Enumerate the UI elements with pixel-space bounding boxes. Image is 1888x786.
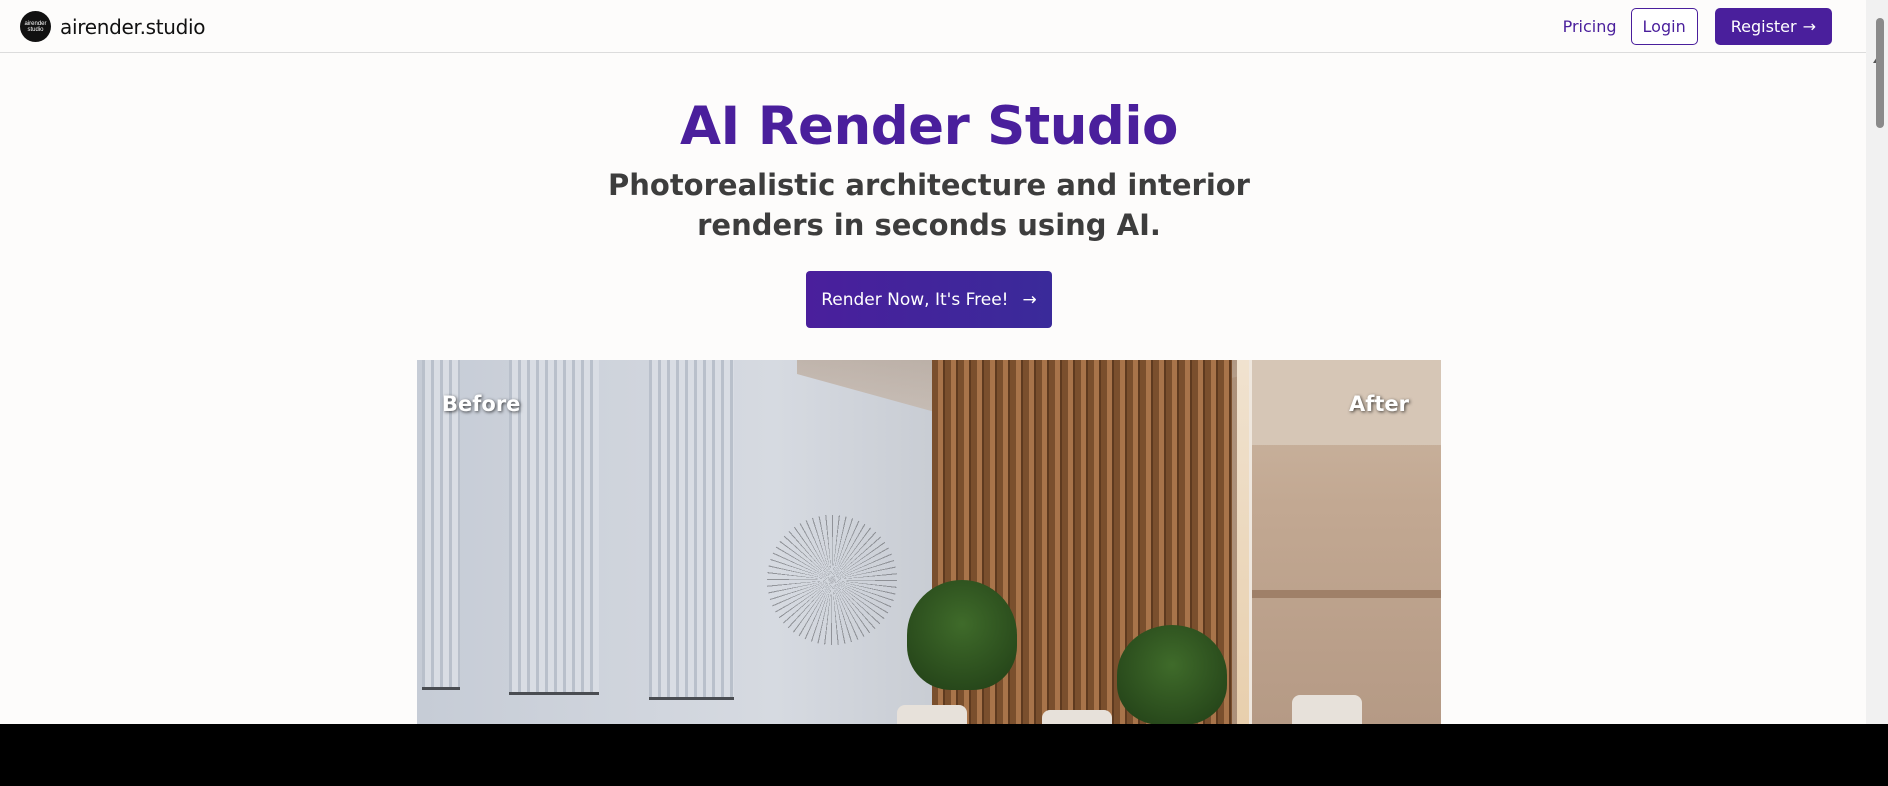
login-button[interactable]: Login [1630,8,1698,45]
before-after-slider[interactable]: Before After [417,360,1441,724]
pillow [1042,710,1112,724]
render-now-button[interactable]: Render Now, It's Free! → [806,271,1052,328]
after-render-image [1249,360,1441,724]
scrollbar-thumb[interactable] [1876,18,1884,128]
bottom-black-bar [0,724,1888,786]
hero-subtitle-line1: Photorealistic architecture and interior [608,168,1250,202]
hero-subtitle: Photorealistic architecture and interior… [0,165,1858,245]
brand-name: airender.studio [60,14,206,39]
logo-badge: airender studio [20,11,51,42]
after-label: After [1348,392,1409,416]
pillow [897,705,967,724]
after-ceiling-panel [1252,360,1441,445]
curtain-panel [509,360,599,695]
top-navbar: airender studio airender.studio Pricing … [0,0,1866,53]
curtain-panel [649,360,734,700]
headboard-shelf [1252,590,1441,598]
logo[interactable]: airender studio airender.studio [20,11,206,42]
pillow [1292,695,1362,724]
nav-menu: Pricing Login Register → [1563,8,1832,45]
register-button[interactable]: Register → [1714,8,1832,45]
pricing-link[interactable]: Pricing [1563,17,1617,36]
before-label: Before [442,392,521,416]
arrow-right-icon: → [1802,17,1816,36]
register-label: Register [1730,17,1797,36]
plant [907,580,1017,690]
arrow-right-icon: → [1022,289,1037,310]
hero-subtitle-line2: renders in seconds using AI. [697,208,1161,242]
plant [1117,625,1227,724]
page-scrollbar[interactable] [1866,0,1888,724]
logo-badge-line2: studio [27,26,44,33]
render-now-label: Render Now, It's Free! [821,289,1009,310]
paper-fan-decor [767,515,897,645]
hero-title: AI Render Studio [680,96,1178,157]
